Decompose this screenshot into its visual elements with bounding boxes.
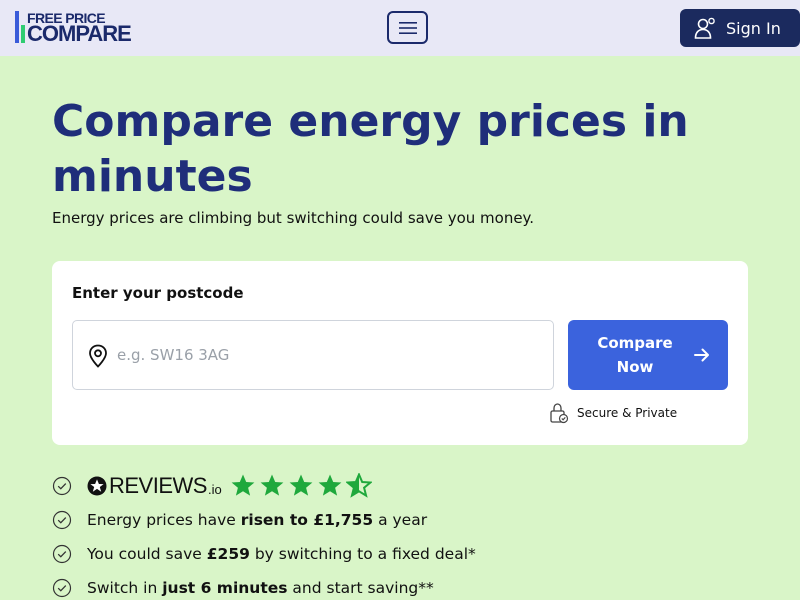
- list-item: Energy prices have risen to £1,755 a yea…: [52, 506, 752, 534]
- postcode-input[interactable]: [117, 339, 537, 371]
- secure-private-label: Secure & Private: [577, 406, 678, 420]
- check-circle-icon: [52, 476, 72, 496]
- list-item-text: Energy prices have risen to £1,755 a yea…: [87, 511, 428, 529]
- logo-bar-accent: [21, 25, 25, 43]
- page-subtitle: Energy prices are climbing but switching…: [52, 209, 535, 227]
- check-circle-icon: [52, 544, 72, 564]
- page-title: Compare energy prices in minutes: [52, 96, 689, 202]
- star-half-icon: [345, 473, 372, 498]
- location-pin-icon: [89, 344, 107, 368]
- star-full-icon: [289, 474, 313, 496]
- reviews-brand: REVIEWS: [109, 473, 207, 498]
- site-header: FREE PRICE COMPARE Sign In: [0, 0, 800, 56]
- postcode-field[interactable]: [72, 320, 554, 390]
- reviews-brand-suffix: .io: [207, 481, 222, 497]
- sign-in-label: Sign In: [726, 18, 781, 38]
- star-rating: [230, 473, 375, 499]
- star-full-icon: [318, 474, 342, 496]
- hamburger-icon: [398, 21, 417, 34]
- list-item-text: You could save £259 by switching to a fi…: [87, 545, 476, 563]
- user-icon: [694, 17, 715, 39]
- reviews-io-logo[interactable]: REVIEWS .io: [87, 472, 222, 500]
- list-item: Switch in just 6 minutes and start savin…: [52, 574, 752, 600]
- compare-now-label: Compare Now: [597, 334, 673, 376]
- secure-private-note: Secure & Private: [549, 402, 677, 424]
- postcode-label: Enter your postcode: [72, 284, 244, 302]
- menu-button[interactable]: [387, 11, 428, 44]
- reviews-star-badge-icon: [87, 476, 107, 496]
- list-item: You could save £259 by switching to a fi…: [52, 540, 752, 568]
- check-circle-icon: [52, 510, 72, 530]
- logo-bar: [15, 11, 19, 43]
- padlock-check-icon: [550, 403, 569, 424]
- postcode-card: Enter your postcode Compare Now Secure &…: [52, 261, 748, 445]
- logo-text-bottom: COMPARE: [27, 21, 132, 46]
- check-circle-icon: [52, 578, 72, 598]
- star-full-icon: [260, 474, 284, 496]
- list-item-text: Switch in just 6 minutes and start savin…: [87, 579, 434, 597]
- arrow-right-icon: [694, 348, 709, 362]
- sign-in-button[interactable]: Sign In: [680, 9, 800, 47]
- compare-now-button[interactable]: Compare Now: [568, 320, 728, 390]
- site-logo[interactable]: FREE PRICE COMPARE: [15, 11, 137, 46]
- star-full-icon: [231, 474, 255, 496]
- list-item-reviews: REVIEWS .io: [52, 472, 752, 500]
